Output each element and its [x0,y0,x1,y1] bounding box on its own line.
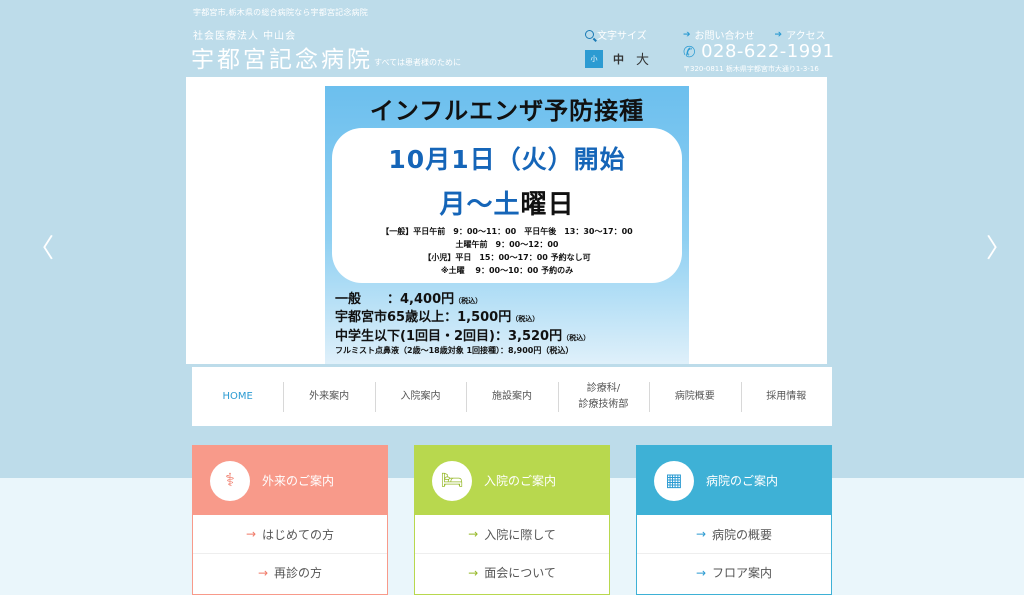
font-size-label: 文字サイズ [597,31,647,42]
arrow-right-icon: → [695,565,707,580]
hospital-overview-link[interactable]: → 病院の概要 [637,515,831,553]
font-size-large-button[interactable]: 大 [636,49,649,68]
magnifier-icon [585,30,594,39]
price-general: 一般 ：4,400円（税込） [335,292,483,307]
poster-schedule-line: ※土曜 9：00～10：00 予約のみ [440,266,574,275]
nav-facilities[interactable]: 施設案内 [466,367,557,426]
first-visit-link[interactable]: → はじめての方 [193,515,387,553]
outpatient-card-header[interactable]: ⚕ 外来のご案内 [193,446,387,515]
floor-guide-link[interactable]: → フロア案内 [637,553,831,591]
main-slider[interactable]: インフルエンザ予防接種 10月1日（火）開始 月～土曜日 【一般】平日午前 9：… [186,77,827,364]
inpatient-card: 🛏 入院のご案内 → 入院に際して → 面会について [414,445,610,595]
poster-title: インフルエンザ予防接種 [369,97,645,125]
arrow-right-icon: → [468,527,479,541]
font-size-small-button[interactable]: 小 [585,49,603,68]
arrow-right-icon: → [468,565,479,580]
nav-overview[interactable]: 病院概要 [649,367,740,426]
poster-schedule-line: 【小児】平日 15：00～17：00 予約なし可 [423,253,591,262]
hospital-logo[interactable]: 宇都宮記念病院 [191,40,373,74]
poster-schedule-line: 【一般】平日午前 9：00～11：00 平日午後 13：30～17：00 [381,227,633,236]
nav-home[interactable]: HOME [192,367,283,426]
contact-link[interactable]: ➔ お問い合わせ [683,27,755,43]
phone-icon: ✆ [683,42,697,61]
arrow-right-icon: → [245,527,257,541]
poster-start-date: 10月1日（火）開始 [388,145,626,174]
arrow-right-icon: → [257,565,269,580]
access-link[interactable]: ➔ アクセス [774,27,826,43]
price-flumist: フルミスト点鼻液（2歳～18歳対象 1回接種）：8,900円（税込） [335,346,574,355]
font-size-medium-button[interactable]: 中 [613,51,624,67]
hospital-info-card-header[interactable]: ▦ 病院のご案内 [637,446,831,515]
font-size-switcher: 文字サイズ 小 中 大 [585,27,665,68]
admission-link[interactable]: → 入院に際して [415,515,609,553]
building-icon: ▦ [654,460,694,501]
visiting-link[interactable]: → 面会について [415,553,609,591]
hospital-subtitle: すべては患者様のために [374,58,461,67]
bed-icon: 🛏 [432,460,472,501]
stethoscope-icon: ⚕ [210,460,250,501]
nav-outpatient[interactable]: 外来案内 [283,367,374,426]
arrow-right-icon: → [695,527,707,541]
site-tagline: 宇都宮市,栃木県の総合病院なら宇都宮記念病院 [193,8,368,17]
poster-days: 月～土曜日 [439,190,575,220]
inpatient-card-header[interactable]: 🛏 入院のご案内 [415,446,609,515]
phone-number[interactable]: ✆ 028-622-1991 [683,41,835,62]
poster-schedule-line: 土曜午前 9：00～12：00 [455,240,559,249]
nav-inpatient[interactable]: 入院案内 [374,367,466,426]
hospital-address: 〒320-0811 栃木県宇都宮市大通り1-3-16 [683,65,819,73]
outpatient-card: ⚕ 外来のご案内 → はじめての方 → 再診の方 [192,445,388,595]
price-elderly: 宇都宮市65歳以上：1,500円（税込） [335,310,540,325]
header-links: ➔ お問い合わせ ➔ アクセス [683,27,826,43]
slider-prev-button[interactable]: 〈 [28,228,54,265]
arrow-right-icon: ➔ [683,29,691,40]
global-nav: HOME 外来案内 入院案内 施設案内 診療科/ 診療技術部 病院概要 採用情報 [192,367,832,426]
price-children: 中学生以下(1回目・2回目)：3,520円（税込） [335,329,591,344]
hospital-info-card: ▦ 病院のご案内 → 病院の概要 → フロア案内 [636,445,832,595]
nav-departments[interactable]: 診療科/ 診療技術部 [557,367,649,426]
arrow-right-icon: ➔ [774,29,783,40]
poster-schedule-card: 10月1日（火）開始 月～土曜日 【一般】平日午前 9：00～11：00 平日午… [332,128,682,283]
flu-vaccine-poster[interactable]: インフルエンザ予防接種 10月1日（火）開始 月～土曜日 【一般】平日午前 9：… [325,86,689,364]
slider-next-button[interactable]: 〉 [986,228,1012,265]
revisit-link[interactable]: → 再診の方 [193,553,387,591]
nav-recruit[interactable]: 採用情報 [740,367,832,426]
